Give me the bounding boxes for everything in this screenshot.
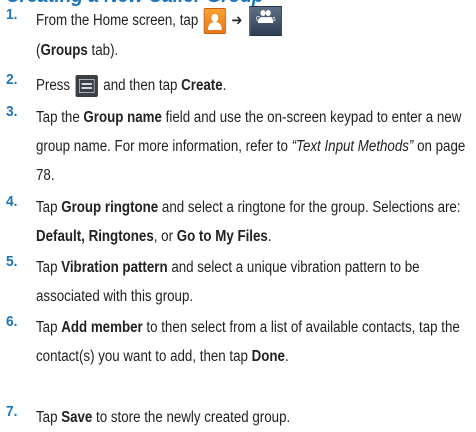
create-label: Create — [181, 77, 223, 94]
step-text-part: From the Home screen, tap — [36, 12, 202, 30]
menu-key-icon — [75, 74, 98, 97]
done-label: Done — [251, 348, 285, 365]
step-text-part: , or — [153, 228, 177, 245]
step-number: 6. — [6, 313, 18, 330]
step-text-part: . — [222, 77, 227, 94]
step-text-part: Tap — [36, 259, 62, 276]
step-text-part: Tap the — [36, 109, 84, 126]
step-text: Tap Add member to then select from a lis… — [36, 313, 470, 371]
vibration-pattern-label: Vibration pattern — [61, 259, 168, 276]
group-ringtone-label: Group ringtone — [61, 199, 159, 216]
step-text-part: to store the newly created group. — [92, 409, 291, 426]
groups-tab-label: Groups — [40, 42, 88, 59]
step-number: 5. — [6, 253, 18, 270]
step-text-part: and then tap — [99, 77, 182, 94]
step-text-part: Tap — [36, 319, 62, 336]
go-to-my-files-label: Go to My Files — [176, 228, 268, 245]
step-text-part: Press — [36, 77, 74, 94]
step-text: Press and then tap Create. — [36, 71, 470, 100]
step-text: Tap the Group name field and use the on-… — [36, 103, 470, 190]
step-text: Tap Vibration pattern and select a uniqu… — [36, 253, 470, 311]
group-name-label: Group name — [83, 109, 162, 126]
step-number: 3. — [6, 103, 18, 120]
save-label: Save — [61, 409, 93, 426]
step-number: 7. — [6, 403, 18, 420]
step-text-part: tab). — [87, 42, 119, 59]
step-text-part: Tap — [36, 199, 62, 216]
step-text-part: and select a ringtone for the group. Sel… — [158, 199, 461, 216]
step-text-part: . — [284, 348, 289, 365]
contacts-icon — [203, 8, 227, 34]
groups-tab-icon: Groups — [249, 6, 283, 36]
ringtone-options: Default, Ringtones — [36, 228, 154, 245]
step-text: Tap Save to store the newly created grou… — [36, 403, 470, 432]
step-text: From the Home screen, tap ➔ Groups (Grou… — [36, 6, 470, 65]
groups-icon-caption: Groups — [255, 16, 276, 23]
arrow-icon: ➔ — [231, 11, 243, 30]
add-member-label: Add member — [61, 319, 143, 336]
manual-page: Creating a New Caller Group 1. From the … — [0, 0, 476, 432]
step-number: 2. — [6, 71, 18, 88]
step-text-part: . — [267, 228, 272, 245]
cross-reference: “Text Input Methods” — [291, 138, 414, 155]
step-number: 4. — [6, 193, 18, 210]
step-text-part: Tap — [36, 409, 62, 426]
step-number: 1. — [6, 6, 18, 23]
step-text: Tap Group ringtone and select a ringtone… — [36, 193, 470, 251]
